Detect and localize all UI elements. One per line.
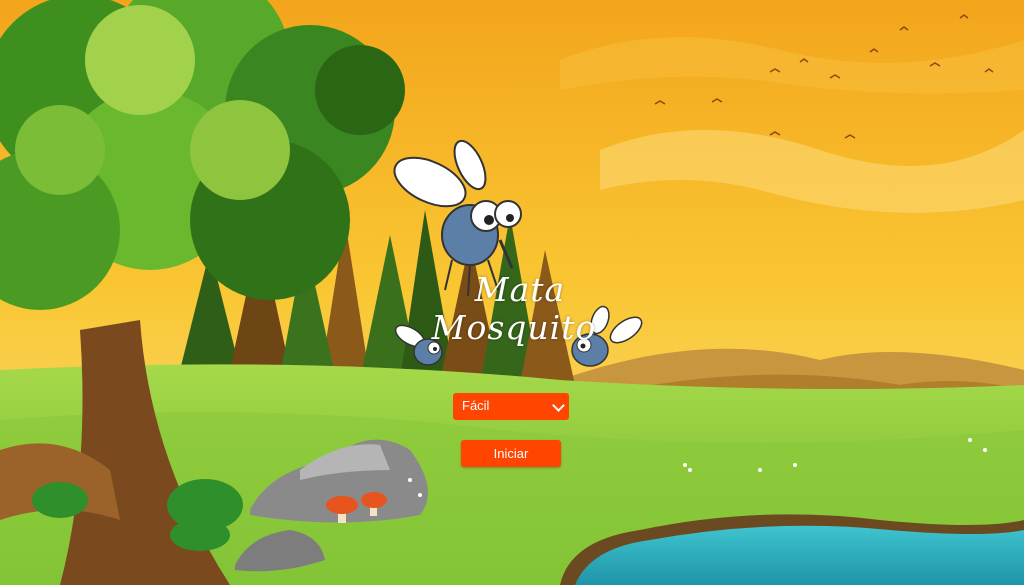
game-title-line2: Mosquito	[431, 308, 597, 347]
main-menu: Mata Mosquito Fácil Iniciar	[0, 0, 1024, 585]
difficulty-selected-value: Fácil	[462, 398, 490, 413]
game-logo: Mata Mosquito	[390, 139, 650, 385]
start-button[interactable]: Iniciar	[461, 440, 561, 467]
chevron-down-icon	[552, 399, 565, 412]
game-title-line1: Mata	[474, 270, 566, 309]
difficulty-select[interactable]: Fácil	[453, 393, 569, 420]
mosquito-icon	[393, 139, 643, 367]
